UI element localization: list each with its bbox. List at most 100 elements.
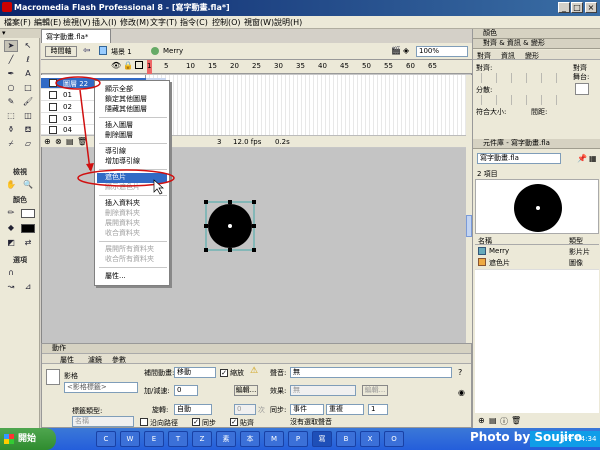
text-icon[interactable]: A [21,68,35,80]
label-type-select[interactable]: 名稱 [72,416,134,427]
handle[interactable] [204,200,208,204]
properties-icon[interactable]: ⓘ [500,416,508,427]
actions-header[interactable]: 動作 [42,344,471,354]
edit-symbol-icon[interactable]: ◈ [403,46,409,55]
edit-ease-button[interactable]: 編輯... [234,385,258,396]
fill-transform-icon[interactable]: ◫ [21,110,35,122]
pen-icon[interactable]: ✒ [4,68,18,80]
tween-select[interactable]: 移動 [174,367,216,378]
snap-magnet-icon[interactable]: ∩ [4,267,18,279]
taskbar-item[interactable]: W [120,431,140,447]
frame-grid[interactable] [146,75,466,135]
handle[interactable] [252,224,256,228]
taskbar-item[interactable]: P [288,431,308,447]
color-panel-header[interactable]: 顏色 [473,29,600,39]
ease-input[interactable]: 0 [174,385,198,396]
new-symbol-icon[interactable]: ⊕ [478,416,485,425]
paint-bucket-icon[interactable]: ⛾ [21,124,35,136]
brush-icon[interactable]: 🖌 [21,96,35,108]
taskbar-item-active[interactable]: 寫 [312,431,332,447]
lock-icon[interactable]: 🔒 [123,61,133,70]
to-stage-button[interactable] [575,83,589,95]
menu-modify[interactable]: 修改(M) [120,17,149,28]
zoom-icon[interactable]: 🔍 [21,179,35,191]
eye-icon[interactable]: 👁 [111,61,121,70]
handle[interactable] [228,200,232,204]
black-white-icon[interactable]: ◩ [4,237,18,249]
start-button[interactable]: 開始 [0,428,56,450]
distribute-buttons[interactable] [481,95,567,105]
taskbar-item[interactable]: 素 [216,431,236,447]
menu-add-motion-guide[interactable]: 增加導引線 [105,157,140,166]
frame-label-input[interactable]: <影格標籤> [64,382,138,393]
menu-guide[interactable]: 導引線 [105,147,126,156]
outline-icon[interactable] [135,61,143,69]
menu-expand-folder[interactable]: 展開資料夾 [105,219,140,228]
hand-icon[interactable]: ✋ [4,179,18,191]
new-folder-icon[interactable]: ▤ [489,416,497,425]
add-guide-icon[interactable]: ⊗ [55,137,62,146]
free-transform-icon[interactable]: ⬚ [4,110,18,122]
fill-swatch[interactable] [21,224,35,233]
tab-properties[interactable]: 屬性 [60,355,74,365]
edit-scene-icon[interactable]: 🎬 [391,46,401,55]
arrow-icon[interactable]: ➤ [4,40,18,52]
taskbar-item[interactable]: C [96,431,116,447]
menu-insert-layer[interactable]: 插入圖層 [105,121,133,130]
stroke-swatch[interactable] [21,209,35,218]
sound-select[interactable]: 無 [290,367,452,378]
menu-insert[interactable]: 插入(I) [92,17,117,28]
accessibility-icon[interactable]: ◉ [458,388,465,397]
taskbar-item[interactable]: O [384,431,404,447]
rotate-times-input[interactable]: 0 [234,404,256,415]
eraser-icon[interactable]: ▱ [21,138,35,150]
new-library-icon[interactable]: ▦ [589,154,597,163]
tab-info[interactable]: 資訊 [501,51,515,61]
menu-lock-others[interactable]: 鎖定其他圖層 [105,95,147,104]
taskbar-item[interactable]: E [144,431,164,447]
pencil-icon[interactable]: ✎ [4,96,18,108]
symbol-breadcrumb[interactable]: Merry [163,47,183,55]
smooth-icon[interactable]: ↝ [4,281,18,293]
tab-parameters[interactable]: 參數 [112,355,126,365]
snap-checkbox[interactable]: ✓ [230,418,238,426]
back-arrow-icon[interactable]: ⇦ [83,46,91,56]
straighten-icon[interactable]: ⊿ [21,281,35,293]
align-buttons[interactable] [481,73,567,83]
timeline-toggle-button[interactable]: 時間軸 [45,46,77,57]
tab-align[interactable]: 對齊 [477,51,491,61]
oval-icon[interactable]: ○ [4,82,18,94]
menu-hide-others[interactable]: 隱藏其他圖層 [105,105,147,114]
taskbar-item[interactable]: M [264,431,284,447]
tab-filters[interactable]: 濾鏡 [88,355,102,365]
menu-collapse-folder[interactable]: 收合資料夾 [105,229,140,238]
handle[interactable] [252,248,256,252]
insert-layer-icon[interactable]: ⊕ [44,137,51,146]
tab-transform[interactable]: 變形 [525,51,539,61]
taskbar-item[interactable]: X [360,431,380,447]
menu-edit[interactable]: 編輯(E) [34,17,61,28]
maximize-button[interactable]: □ [571,2,583,13]
handle[interactable] [204,248,208,252]
menu-text[interactable]: 文字(T) [150,17,177,28]
handle[interactable] [204,224,208,228]
orient-checkbox[interactable] [140,418,148,426]
sync-checkbox[interactable]: ✓ [192,418,200,426]
handle[interactable] [252,200,256,204]
close-button[interactable]: × [585,2,597,13]
menu-help[interactable]: 說明(H) [274,17,302,28]
align-panel-header[interactable]: 對齊 & 資訊 & 變形 [473,39,600,49]
zoom-select[interactable]: 100% [416,46,468,57]
menu-file[interactable]: 檔案(F) [4,17,31,28]
menu-delete-layer[interactable]: 刪除圖層 [105,131,133,140]
taskbar-item[interactable]: Z [192,431,212,447]
insert-folder-icon[interactable]: ▤ [66,137,74,146]
line-icon[interactable]: ╱ [4,54,18,66]
effect-select[interactable]: 無 [290,385,356,396]
scale-checkbox[interactable]: ✓ [220,369,228,377]
ink-bottle-icon[interactable]: ⚱ [4,124,18,136]
repeat-count-input[interactable]: 1 [368,404,388,415]
delete-layer-icon[interactable]: 🗑 [77,137,87,146]
library-row[interactable]: Merry 影片片 [475,246,599,257]
minimize-button[interactable]: _ [558,2,570,13]
